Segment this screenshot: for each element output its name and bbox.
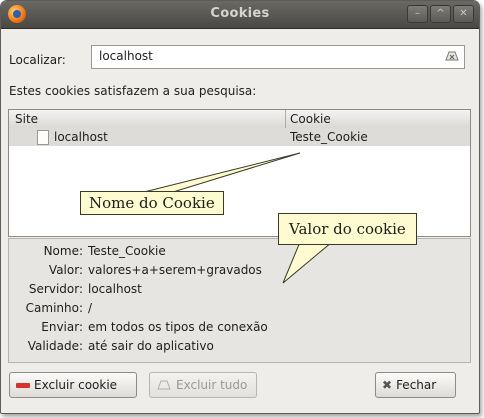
callout-cookie-name: Nome do Cookie [80,191,224,215]
callout-pointers [127,152,334,284]
callout-cookie-value: Valor do cookie [278,213,417,245]
